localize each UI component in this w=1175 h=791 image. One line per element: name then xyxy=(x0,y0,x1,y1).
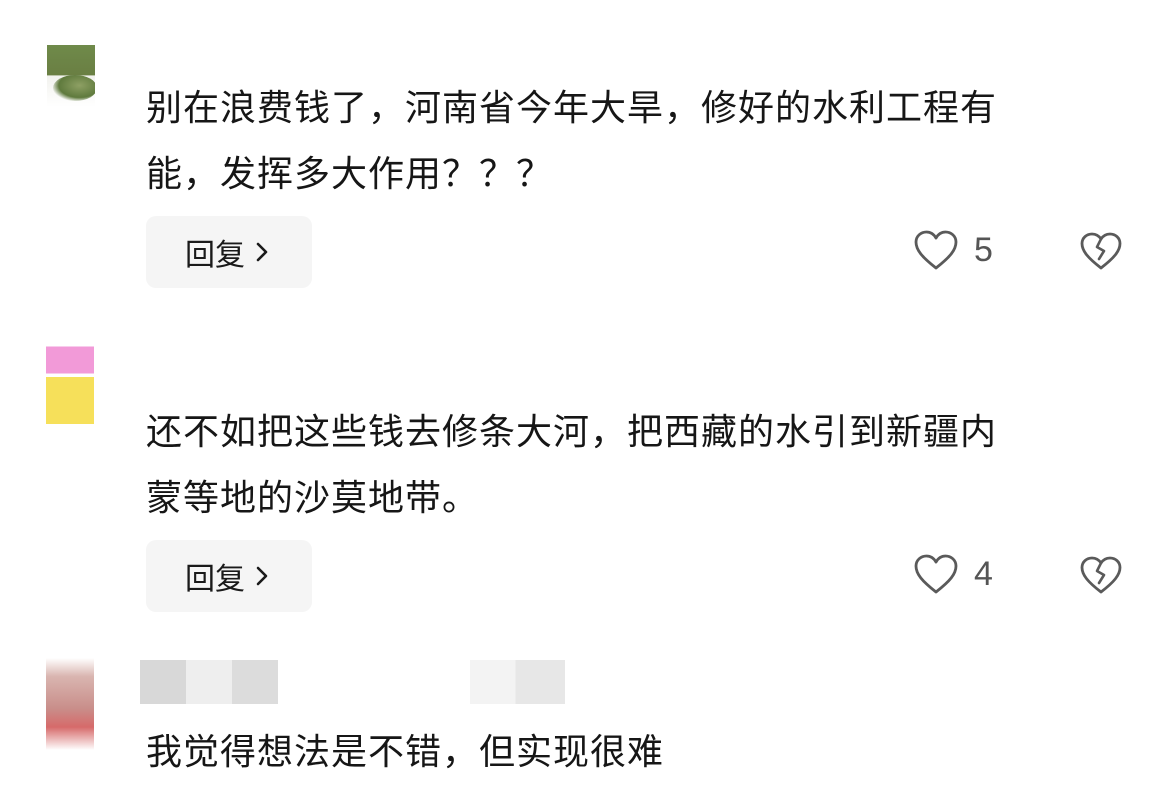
dislike-button[interactable] xyxy=(1078,230,1124,272)
comment-text: 别在浪费钱了，河南省今年大旱，修好的水利工程有 能，发挥多大作用？？？ xyxy=(146,88,998,195)
like-button[interactable]: 5 xyxy=(912,228,993,272)
avatar[interactable] xyxy=(46,340,94,424)
like-button[interactable]: 4 xyxy=(912,552,993,596)
chevron-right-icon xyxy=(251,241,273,263)
reply-label: 回复 xyxy=(185,238,245,273)
like-count: 5 xyxy=(974,230,993,269)
broken-heart-icon xyxy=(1078,230,1124,272)
chevron-right-icon xyxy=(251,565,273,587)
comment-text: 还不如把这些钱去修条大河，把西藏的水引到新疆内 蒙等地的沙莫地带。 xyxy=(146,412,998,519)
comment-text: 我觉得想法是不错，但实现很难 xyxy=(146,732,665,773)
username-redacted xyxy=(140,660,278,704)
broken-heart-icon xyxy=(1078,554,1124,596)
reply-button[interactable]: 回复 xyxy=(146,540,312,612)
like-count: 4 xyxy=(974,554,993,593)
meta-redacted xyxy=(470,660,565,704)
dislike-button[interactable] xyxy=(1078,554,1124,596)
avatar[interactable] xyxy=(46,658,94,750)
reply-label: 回复 xyxy=(185,562,245,597)
heart-outline-icon xyxy=(912,228,960,272)
reply-button[interactable]: 回复 xyxy=(146,216,312,288)
heart-outline-icon xyxy=(912,552,960,596)
avatar[interactable] xyxy=(47,45,95,107)
